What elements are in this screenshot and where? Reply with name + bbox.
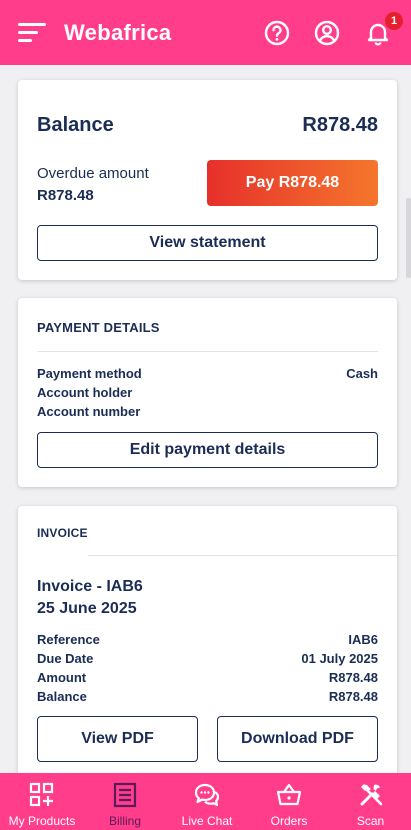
balance-amount: R878.48 bbox=[302, 114, 378, 136]
chat-icon bbox=[194, 783, 220, 807]
view-statement-button[interactable]: View statement bbox=[37, 225, 378, 261]
invoice-card: INVOICE Invoice - IAB6 25 June 2025 Refe… bbox=[18, 506, 397, 788]
due-date-value: 01 July 2025 bbox=[301, 651, 378, 666]
payment-method-value: Cash bbox=[346, 366, 378, 381]
amount-label: Amount bbox=[37, 670, 87, 685]
bottom-navigation: My Products Billing Live Chat Orders Sca… bbox=[0, 773, 411, 830]
account-icon[interactable] bbox=[313, 19, 341, 47]
nav-orders[interactable]: Orders bbox=[248, 773, 330, 830]
invoice-date: 25 June 2025 bbox=[37, 600, 137, 617]
divider bbox=[37, 351, 378, 352]
notification-badge: 1 bbox=[385, 12, 403, 30]
webafrica-logo: Webafrica bbox=[64, 20, 172, 45]
account-holder-label: Account holder bbox=[37, 385, 133, 400]
menu-icon[interactable] bbox=[16, 20, 48, 46]
nav-label: Orders bbox=[270, 814, 308, 828]
top-app-bar: Webafrica 1 bbox=[0, 0, 411, 65]
nav-label: Billing bbox=[108, 814, 141, 828]
nav-billing[interactable]: Billing bbox=[84, 773, 166, 830]
payment-method-label: Payment method bbox=[37, 366, 142, 381]
grid-plus-icon bbox=[29, 782, 54, 807]
nav-label: My Products bbox=[8, 814, 76, 828]
due-date-label: Due Date bbox=[37, 651, 94, 666]
pay-button[interactable]: Pay R878.48 bbox=[207, 160, 378, 206]
billing-icon bbox=[113, 782, 137, 808]
nav-label: Live Chat bbox=[181, 814, 233, 828]
nav-live-chat[interactable]: Live Chat bbox=[166, 773, 248, 830]
nav-label: Scan bbox=[356, 814, 385, 828]
download-pdf-button[interactable]: Download PDF bbox=[217, 716, 378, 762]
edit-payment-details-button[interactable]: Edit payment details bbox=[37, 432, 378, 468]
help-icon[interactable] bbox=[263, 19, 291, 47]
invoice-balance-label: Balance bbox=[37, 689, 87, 704]
tools-icon bbox=[360, 784, 383, 806]
invoice-heading: INVOICE bbox=[37, 526, 88, 540]
scrollbar[interactable] bbox=[406, 198, 411, 278]
reference-label: Reference bbox=[37, 632, 100, 647]
invoice-balance-value: R878.48 bbox=[328, 689, 378, 704]
payment-details-card: PAYMENT DETAILS Payment method Cash Acco… bbox=[18, 298, 397, 487]
view-pdf-button[interactable]: View PDF bbox=[37, 716, 198, 762]
payment-details-heading: PAYMENT DETAILS bbox=[37, 320, 160, 335]
divider bbox=[88, 555, 397, 556]
invoice-title: Invoice - IAB6 bbox=[37, 578, 143, 595]
basket-icon bbox=[276, 783, 302, 806]
nav-my-products[interactable]: My Products bbox=[0, 773, 84, 830]
balance-title: Balance bbox=[37, 114, 114, 136]
account-number-label: Account number bbox=[37, 404, 141, 419]
reference-value: IAB6 bbox=[348, 632, 378, 647]
overdue-label: Overdue amount bbox=[37, 165, 149, 182]
nav-scan[interactable]: Scan bbox=[330, 773, 411, 830]
amount-value: R878.48 bbox=[328, 670, 378, 685]
balance-card: Balance R878.48 Overdue amount R878.48 P… bbox=[18, 80, 397, 280]
overdue-amount: R878.48 bbox=[37, 187, 94, 204]
